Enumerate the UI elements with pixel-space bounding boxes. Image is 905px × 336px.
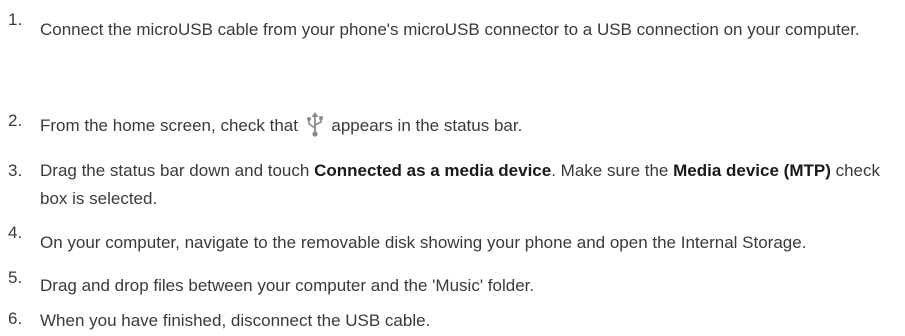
ui-term-media-device-mtp: Media device (MTP) [673, 161, 831, 180]
usb-icon [305, 111, 325, 137]
step-text: From the home screen, check that appears… [40, 111, 902, 140]
step-number: 2. [8, 111, 23, 130]
instruction-list: 1. Connect the microUSB cable from your … [0, 0, 905, 336]
step-text-before-icon: From the home screen, check that [40, 116, 303, 135]
step-text-part: Drag the status bar down and touch [40, 161, 315, 180]
step-number: 1. [8, 10, 23, 29]
step-text: On your computer, navigate to the remova… [40, 233, 807, 252]
step-text: Connect the microUSB cable from your pho… [40, 20, 860, 39]
step-text: Drag the status bar down and touch Conne… [40, 157, 902, 213]
step-number: 6. [8, 309, 23, 328]
step-number: 3. [8, 161, 23, 180]
step-number: 4. [8, 223, 23, 242]
step-text: Drag and drop files between your compute… [40, 276, 535, 295]
step-number: 5. [8, 268, 23, 287]
step-text-part: . Make sure the [551, 161, 674, 180]
ui-term-connected-as-media-device: Connected as a media device [314, 161, 552, 180]
step-text: When you have finished, disconnect the U… [40, 311, 431, 330]
step-text-after-icon: appears in the status bar. [326, 116, 523, 135]
